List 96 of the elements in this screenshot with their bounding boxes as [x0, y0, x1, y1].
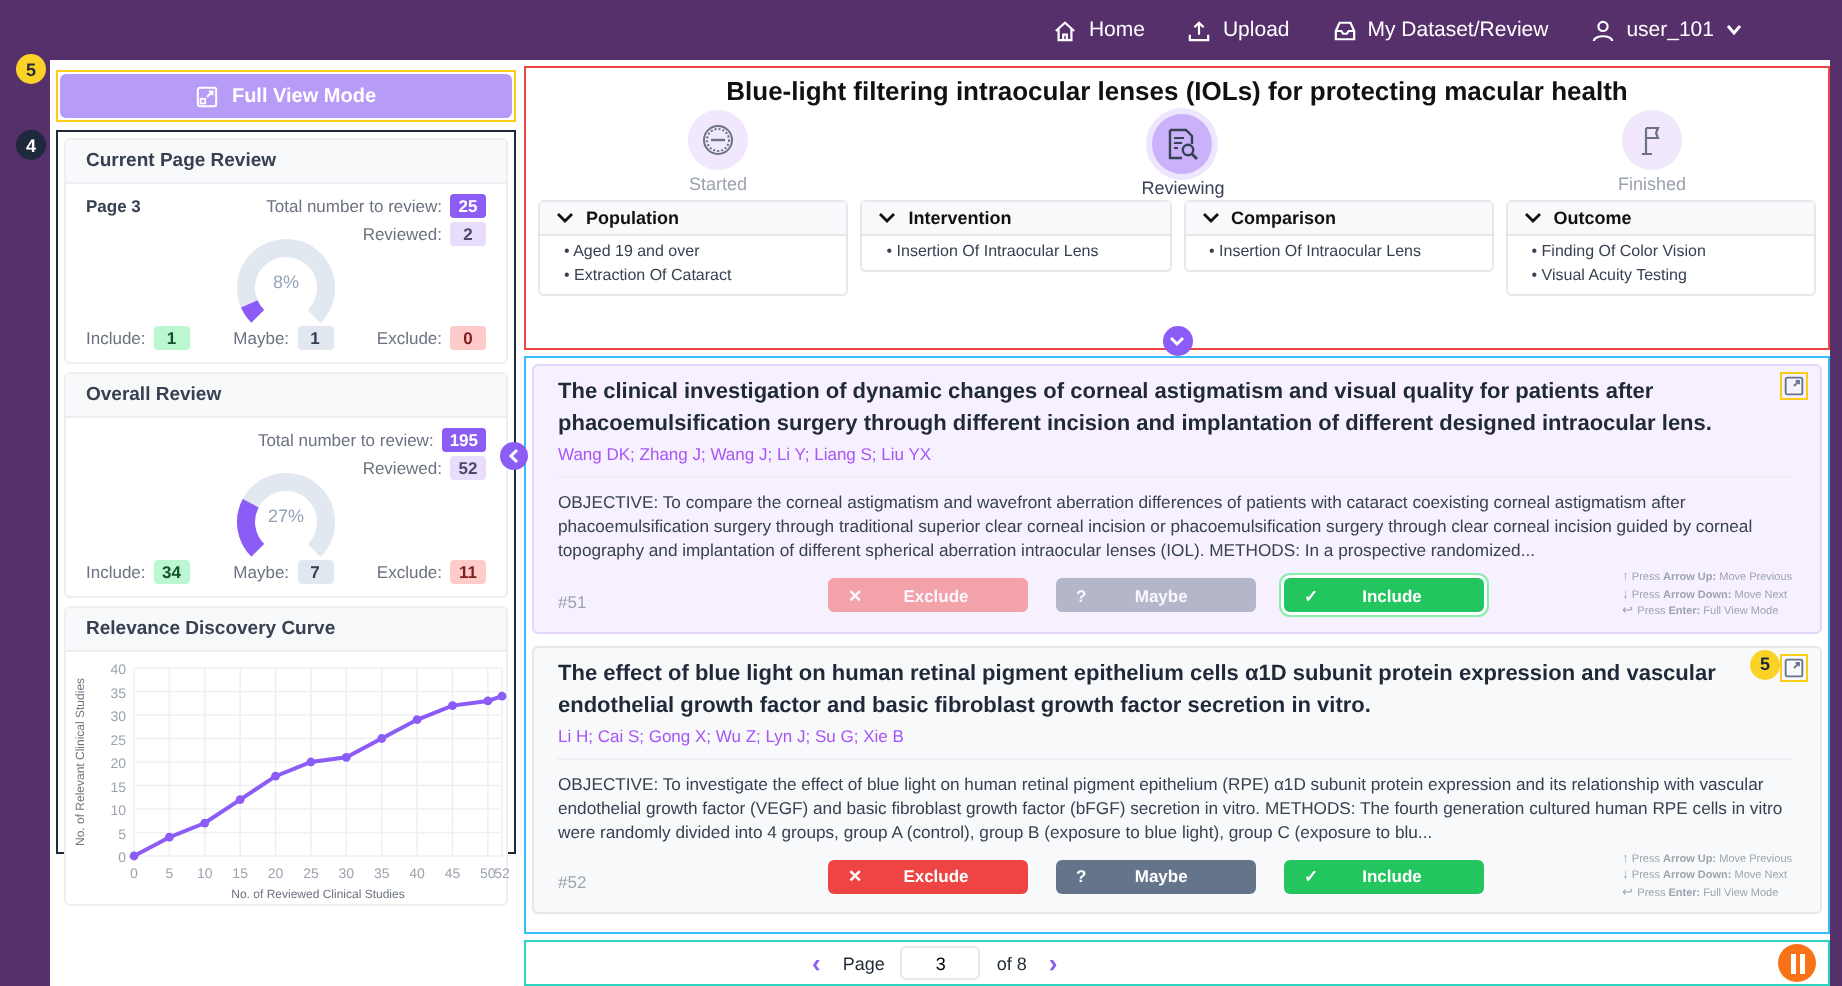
percent-text: 27%	[265, 506, 306, 526]
exclude-label: Exclude:	[376, 562, 443, 582]
data-point	[165, 832, 174, 842]
nav-link[interactable]: Upload	[1188, 18, 1290, 42]
chevron-left-icon	[508, 448, 520, 464]
maybe-button[interactable]: ? Maybe	[1056, 859, 1256, 894]
step-label: Started	[688, 174, 748, 194]
include-count: 34	[153, 560, 190, 584]
card-title: Relevance Discovery Curve	[66, 608, 506, 652]
reviewed-count: 2	[450, 222, 486, 246]
reviewed-label: Reviewed:	[362, 224, 442, 244]
maybe-count: 7	[297, 560, 334, 584]
inbox-icon	[1333, 19, 1356, 41]
start-step-icon	[688, 110, 748, 170]
review-title: Blue-light filtering intraocular lenses (IOLs) for protecting macular health	[724, 76, 1630, 106]
percent-text: 8%	[270, 272, 301, 292]
home-icon	[1054, 19, 1077, 41]
expand-icon[interactable]	[1780, 653, 1808, 681]
maybe-label: Maybe:	[233, 328, 290, 348]
reviewed-count: 52	[450, 456, 486, 480]
expand-icon	[195, 85, 218, 107]
data-point	[129, 851, 139, 861]
data-point	[271, 771, 280, 781]
pico-header[interactable]: Population	[540, 202, 847, 236]
chevron-down-icon	[1169, 335, 1185, 347]
reviewed-label: Reviewed:	[362, 458, 442, 478]
nav-link[interactable]: user_101	[1592, 18, 1742, 42]
expand-button[interactable]	[1162, 326, 1192, 356]
guide-badge: 5	[1750, 649, 1780, 679]
data-point	[483, 696, 493, 706]
study-abstract: OBJECTIVE: To investigate the effect of blue light on human retinal pigment epithelium (RPE) α1D subunit protein expression and its relationship with vascular endothelial growth factor (VEGF) and basic fibroblast growth factor (bFGF) secretion in vitro. METHODS: The fourth generation cultured human RPE cells in vitro were randomly divided into 4 groups, group A (control), group B (exposure to blue light), group C (exposure to blu...	[558, 771, 1785, 843]
study-abstract: OBJECTIVE: To compare the corneal astigmatism and wavefront aberration differences of patients with cataract coexisting corneal astigmatism after phacoemulsification surgery through traditional superior clear corneal incision or phacoemulsification surgery through clear corneal incision guided by corneal topography and implantation of different spherical aberration intraocular lenses (IOL). METHODS: In a prospective randomized...	[558, 490, 1755, 562]
pico-item: • Insertion Of Intraocular Lens	[886, 240, 1101, 264]
next-page-button[interactable]: ›	[1042, 948, 1064, 978]
card-title: Current Page Review	[66, 140, 506, 184]
caret-icon	[1726, 24, 1742, 36]
study-card[interactable]	[532, 364, 1822, 633]
total-count: 195	[441, 428, 486, 452]
guide-badge: 5	[16, 54, 46, 84]
exclude-button[interactable]: ✕ Exclude	[828, 859, 1028, 894]
study-title: The effect of blue light on human retinal pigment epithelium cells α1D subunit protein expression and vascular endothelial growth factor and basic fibroblast growth factor secretion in vitro.	[558, 659, 1718, 721]
pause-button[interactable]	[1778, 944, 1816, 982]
card-title: Overall Review	[66, 374, 506, 418]
page-count: of 8	[996, 953, 1027, 973]
exclude-count: 0	[450, 326, 487, 350]
data-point	[497, 691, 507, 701]
pause-icon	[1789, 953, 1805, 973]
maybe-count: 1	[297, 326, 334, 350]
data-point	[448, 701, 457, 710]
pico-item: • Aged 19 and over	[564, 240, 702, 264]
flag-icon	[1621, 110, 1682, 170]
pico-item: • Extraction Of Cataract	[564, 264, 734, 288]
total-label: Total number to review:	[257, 430, 434, 450]
study-authors: Wang DK; Zhang J; Wang J; Li Y; Liang S; Liu YX	[558, 440, 1792, 478]
nav-link[interactable]: My Dataset/Review	[1333, 18, 1549, 42]
data-point	[341, 752, 351, 762]
chevron-icon	[878, 212, 897, 224]
study-card[interactable]	[532, 645, 1822, 914]
include-label: Include:	[86, 562, 146, 582]
chevron-icon	[556, 212, 574, 224]
user-icon	[1592, 19, 1615, 41]
exclude-count: 11	[450, 560, 487, 584]
data-point	[200, 818, 210, 828]
chevron-icon	[1523, 212, 1542, 224]
pico-item: • Finding Of Color Vision	[1531, 240, 1708, 264]
pico-header[interactable]: Comparison	[1185, 202, 1492, 236]
data-point	[412, 715, 422, 725]
pico-header[interactable]: Intervention	[862, 202, 1169, 236]
page-label: Page 3	[86, 196, 141, 216]
pico-item: • Visual Acuity Testing	[1531, 264, 1689, 288]
study-authors: Li H; Cai S; Gong X; Wu Z; Lyn J; Su G; Xie B	[558, 721, 1792, 759]
study-number: #52	[558, 870, 589, 893]
chevron-icon	[1201, 212, 1219, 224]
nav-link[interactable]: Home	[1054, 18, 1145, 42]
total-count: 25	[450, 194, 486, 218]
pico-item: • Insertion Of Intraocular Lens	[1209, 240, 1423, 264]
guide-badge: 4	[16, 130, 46, 160]
step-label: Reviewing	[1141, 178, 1225, 198]
data-point	[306, 757, 316, 767]
upload-icon	[1188, 19, 1211, 41]
step-label: Finished	[1617, 174, 1686, 194]
page-input[interactable]: 3	[900, 946, 981, 980]
data-point	[377, 734, 387, 743]
total-label: Total number to review:	[266, 196, 442, 216]
previous-page-button[interactable]: ‹	[806, 948, 827, 978]
include-count: 1	[153, 326, 190, 350]
study-number: #51	[558, 589, 589, 612]
maybe-label: Maybe:	[233, 562, 290, 582]
include-label: Include:	[86, 328, 146, 348]
study-title: The clinical investigation of dynamic changes of corneal astigmatism and visual quality for patients after phacoemulsification surgery through different incision and implantation of different designed intraocular lens.	[558, 378, 1714, 440]
document-search-icon	[1152, 114, 1213, 174]
exclude-label: Exclude:	[376, 328, 443, 348]
pico-header[interactable]: Outcome	[1507, 202, 1814, 236]
expand-icon[interactable]	[1780, 372, 1808, 400]
page-label: Page	[842, 953, 885, 973]
data-point	[235, 795, 245, 804]
